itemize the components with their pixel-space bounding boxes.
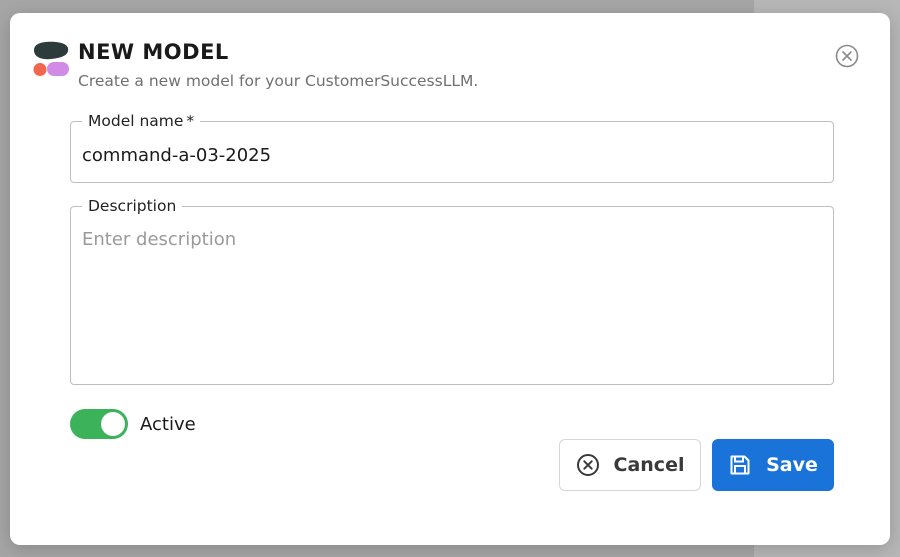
description-field: Description bbox=[70, 195, 834, 385]
cancel-button-label: Cancel bbox=[613, 454, 685, 476]
dialog-subtitle: Create a new model for your CustomerSucc… bbox=[78, 72, 479, 90]
active-label: Active bbox=[140, 413, 196, 435]
cancel-button[interactable]: Cancel bbox=[559, 439, 701, 491]
floppy-disk-icon bbox=[730, 455, 750, 475]
model-name-field: Model name * bbox=[70, 110, 834, 183]
save-button-label: Save bbox=[766, 454, 818, 476]
description-input[interactable] bbox=[82, 229, 822, 372]
description-label: Description bbox=[82, 195, 183, 217]
save-button[interactable]: Save bbox=[712, 439, 834, 491]
active-toggle[interactable] bbox=[70, 409, 128, 439]
model-name-label-text: Model name bbox=[88, 112, 184, 130]
app-logo-icon bbox=[32, 41, 70, 77]
new-model-dialog: NEW MODEL Create a new model for your Cu… bbox=[10, 13, 890, 545]
dialog-title: NEW MODEL bbox=[78, 40, 229, 64]
required-marker: * bbox=[186, 112, 195, 130]
model-name-input[interactable] bbox=[82, 142, 822, 168]
close-icon[interactable] bbox=[835, 44, 859, 68]
model-name-label: Model name * bbox=[82, 110, 201, 132]
toggle-knob bbox=[101, 412, 125, 436]
active-toggle-row: Active bbox=[70, 409, 196, 439]
x-circle-icon bbox=[576, 454, 599, 476]
